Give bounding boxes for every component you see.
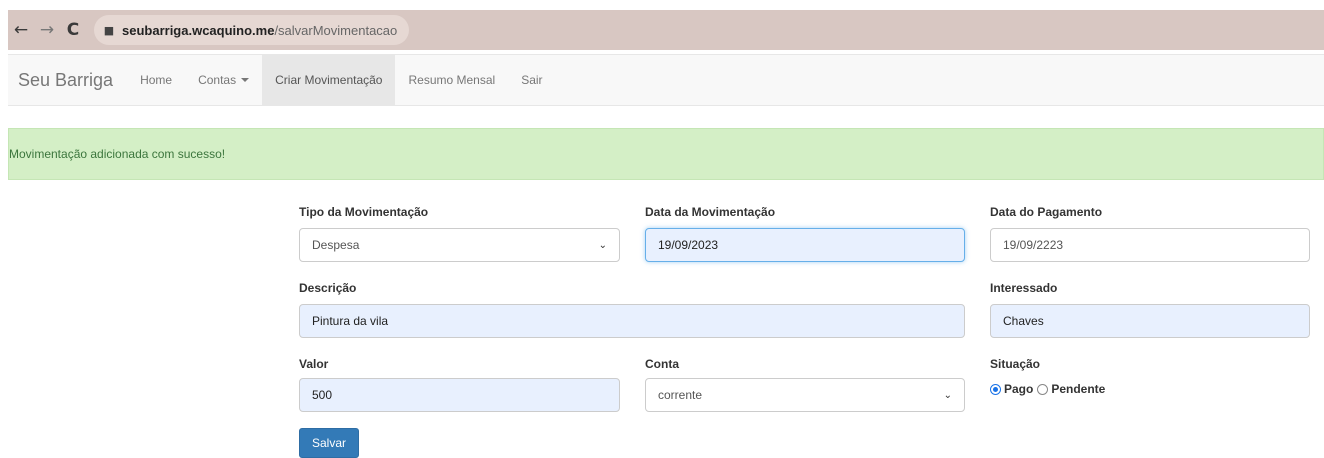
data-movimentacao-input[interactable]: 19/09/2023 xyxy=(645,228,965,262)
nav-item-label: Criar Movimentação xyxy=(275,73,383,87)
valor-value: 500 xyxy=(312,388,333,402)
interessado-input[interactable]: Chaves xyxy=(990,304,1310,338)
radio-pago[interactable] xyxy=(990,383,1001,395)
nav-item-resumo-mensal[interactable]: Resumo Mensal xyxy=(395,55,508,105)
data-pagamento-label: Data do Pagamento xyxy=(990,205,1103,219)
top-navbar: Seu Barriga Home Contas Criar Movimentaç… xyxy=(8,54,1324,106)
tipo-label: Tipo da Movimentação xyxy=(299,205,429,219)
conta-label: Conta xyxy=(645,357,679,371)
success-alert: Movimentação adicionada com sucesso! xyxy=(8,128,1324,180)
tipo-value: Despesa xyxy=(312,238,360,252)
chevron-down-icon: ⌄ xyxy=(943,390,952,401)
radio-pendente[interactable] xyxy=(1037,383,1049,395)
situacao-label: Situação xyxy=(990,357,1041,371)
back-arrow-icon[interactable]: ← xyxy=(8,20,34,40)
nav-item-label: Sair xyxy=(521,73,543,87)
valor-input[interactable]: 500 xyxy=(299,378,620,412)
chevron-down-icon: ⌄ xyxy=(598,240,607,251)
url-host: seubarriga.wcaquino.me xyxy=(122,22,275,38)
brand-link[interactable]: Seu Barriga xyxy=(8,55,127,105)
radio-pendente-label: Pendente xyxy=(1051,382,1106,396)
descricao-value: Pintura da vila xyxy=(312,314,389,328)
conta-select[interactable]: corrente ⌄ xyxy=(645,378,965,412)
url-field[interactable]: ■ seubarriga.wcaquino.me /salvarMoviment… xyxy=(94,15,410,45)
data-pagamento-value: 19/09/2223 xyxy=(1003,238,1064,252)
nav-item-home[interactable]: Home xyxy=(127,55,185,105)
descricao-input[interactable]: Pintura da vila xyxy=(299,304,965,338)
nav-item-label: Resumo Mensal xyxy=(408,73,496,87)
radio-pago-label: Pago xyxy=(1004,382,1034,396)
nav-item-contas[interactable]: Contas xyxy=(185,55,262,105)
nav-item-criar-movimentacao[interactable]: Criar Movimentação xyxy=(262,55,396,105)
forward-arrow-icon[interactable]: → xyxy=(34,20,60,40)
conta-value: corrente xyxy=(658,388,703,402)
situacao-radio-group: Pago Pendente xyxy=(990,382,1109,396)
browser-address-bar: ← → C ■ seubarriga.wcaquino.me /salvarMo… xyxy=(8,10,1324,50)
nav-item-sair[interactable]: Sair xyxy=(508,55,555,105)
descricao-label: Descrição xyxy=(299,281,357,295)
reload-icon[interactable]: C xyxy=(60,20,86,40)
data-movimentacao-label: Data da Movimentação xyxy=(645,205,776,219)
interessado-label: Interessado xyxy=(990,281,1058,295)
valor-label: Valor xyxy=(299,357,329,371)
salvar-button[interactable]: Salvar xyxy=(299,428,359,458)
interessado-value: Chaves xyxy=(1003,314,1044,328)
url-path: /salvarMovimentacao xyxy=(274,22,398,38)
nav-item-label: Home xyxy=(140,73,173,87)
data-pagamento-input[interactable]: 19/09/2223 xyxy=(990,228,1310,262)
caret-down-icon xyxy=(241,78,250,82)
tipo-select[interactable]: Despesa ⌄ xyxy=(299,228,620,262)
data-movimentacao-value: 19/09/2023 xyxy=(658,238,719,252)
alert-message: Movimentação adicionada com sucesso! xyxy=(9,147,226,161)
nav-item-label: Contas xyxy=(198,73,237,87)
lock-icon: ■ xyxy=(103,23,115,37)
